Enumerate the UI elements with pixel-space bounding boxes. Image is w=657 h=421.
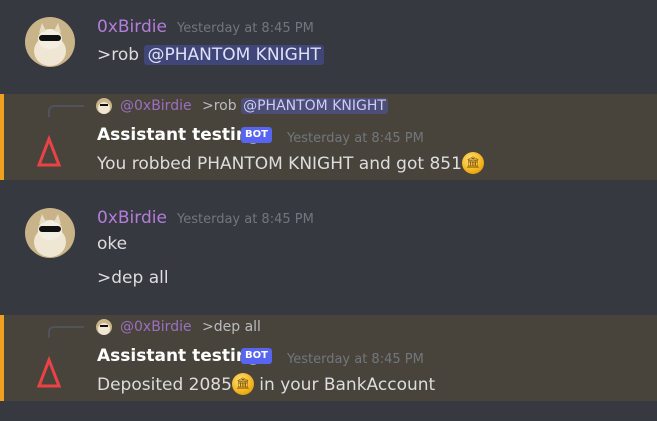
timestamp: Yesterday at 8:45 PM bbox=[177, 212, 314, 227]
author-name[interactable]: 0xBirdie bbox=[97, 17, 167, 37]
red-delta-logo-icon bbox=[36, 355, 62, 388]
message-content: >rob @PHANTOM KNIGHT bbox=[97, 45, 324, 65]
user-avatar[interactable] bbox=[25, 208, 75, 258]
bot-avatar[interactable] bbox=[29, 353, 69, 393]
message-1: 0xBirdie Yesterday at 8:45 PM >rob @PHAN… bbox=[0, 0, 657, 88]
bot-badge: BOT bbox=[241, 127, 272, 143]
reply-author[interactable]: @0xBirdie bbox=[120, 98, 192, 114]
message-4-bot-reply: @0xBirdie >dep all Assistant testing BOT… bbox=[0, 315, 657, 401]
reply-mention: @PHANTOM KNIGHT bbox=[241, 98, 388, 114]
reply-preview[interactable]: >dep all bbox=[202, 319, 261, 335]
reply-avatar bbox=[96, 319, 112, 335]
bot-result-text: You robbed PHANTOM KNIGHT and got 851 bbox=[97, 154, 462, 174]
timestamp: Yesterday at 8:45 PM bbox=[287, 352, 424, 367]
message-3: 0xBirdie Yesterday at 8:45 PM oke >dep a… bbox=[0, 196, 657, 300]
reply-avatar bbox=[96, 98, 112, 114]
command-text: >rob bbox=[97, 45, 145, 65]
reply-connector bbox=[48, 105, 84, 117]
bot-badge: BOT bbox=[241, 348, 272, 364]
timestamp: Yesterday at 8:45 PM bbox=[287, 131, 424, 146]
author-name[interactable]: 0xBirdie bbox=[97, 208, 167, 228]
bot-author-name[interactable]: Assistant testing bbox=[97, 346, 260, 366]
cat-avatar-icon bbox=[96, 319, 112, 335]
timestamp: Yesterday at 8:45 PM bbox=[177, 21, 314, 36]
reply-preview[interactable]: >rob @PHANTOM KNIGHT bbox=[202, 98, 388, 114]
bot-result-text: Deposited 2085 bbox=[97, 375, 232, 395]
message-content: Deposited 2085 in your BankAccount bbox=[97, 373, 435, 395]
message-content: >dep all bbox=[97, 268, 169, 288]
cat-avatar-icon bbox=[96, 98, 112, 114]
bot-result-suffix: in your BankAccount bbox=[253, 375, 436, 395]
reply-command: >rob bbox=[202, 98, 242, 114]
bot-avatar[interactable] bbox=[29, 132, 69, 172]
reply-author[interactable]: @0xBirdie bbox=[120, 319, 192, 335]
coin-emoji-icon bbox=[231, 373, 254, 395]
user-avatar[interactable] bbox=[25, 17, 75, 67]
bot-author-name[interactable]: Assistant testing bbox=[97, 125, 260, 145]
cat-avatar-icon bbox=[25, 17, 75, 67]
message-content: You robbed PHANTOM KNIGHT and got 851 bbox=[97, 152, 484, 174]
coin-emoji-icon bbox=[461, 152, 484, 174]
red-delta-logo-icon bbox=[36, 134, 62, 167]
cat-avatar-icon bbox=[25, 208, 75, 258]
message-content: oke bbox=[97, 234, 128, 254]
message-2-bot-reply: @0xBirdie >rob @PHANTOM KNIGHT Assistant… bbox=[0, 94, 657, 180]
reply-connector bbox=[48, 326, 84, 338]
user-mention[interactable]: @PHANTOM KNIGHT bbox=[144, 45, 324, 65]
